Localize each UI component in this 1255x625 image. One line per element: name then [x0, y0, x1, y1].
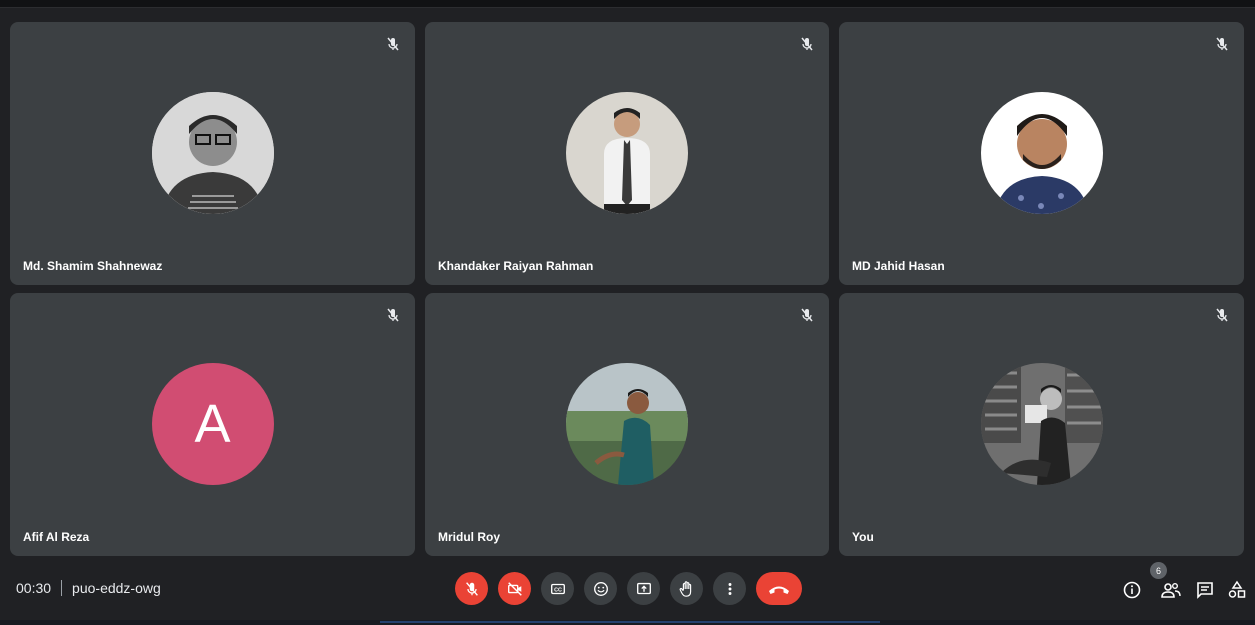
meeting-code: puo-eddz-owg — [72, 580, 161, 596]
side-panel-controls — [1085, 566, 1255, 616]
captions-icon: CC — [550, 583, 565, 594]
activities-icon — [1228, 580, 1246, 598]
participant-tile[interactable]: You — [839, 293, 1244, 556]
participant-name: Khandaker Raiyan Rahman — [438, 259, 594, 273]
participant-tile[interactable]: A Afif Al Reza — [10, 293, 415, 556]
more-options-icon — [728, 582, 731, 595]
chat-icon — [1197, 582, 1213, 599]
mic-muted-icon — [1216, 308, 1228, 322]
emoji-icon — [593, 581, 608, 596]
participant-avatar — [151, 92, 274, 214]
avatar-letter: A — [194, 394, 231, 454]
participant-name: Mridul Roy — [438, 530, 500, 544]
mic-muted-icon — [1216, 37, 1228, 51]
participant-name: Md. Shamim Shahnewaz — [23, 259, 163, 273]
present-screen-button[interactable] — [627, 572, 660, 605]
participant-avatar — [980, 363, 1103, 485]
person-photo-icon — [566, 363, 688, 485]
mic-muted-icon — [801, 308, 813, 322]
top-strip — [0, 0, 1255, 8]
participant-name: You — [852, 530, 874, 544]
mic-muted-icon — [387, 37, 399, 51]
mic-muted-icon — [801, 37, 813, 51]
info-icon — [1123, 581, 1141, 599]
svg-text:CC: CC — [554, 587, 562, 593]
participant-tile[interactable]: Mridul Roy — [425, 293, 829, 556]
people-icon — [1161, 583, 1181, 598]
more-options-button[interactable] — [713, 572, 746, 605]
toggle-camera-button[interactable] — [498, 572, 531, 605]
participant-name: Afif Al Reza — [23, 530, 90, 544]
participant-tile[interactable]: Md. Shamim Shahnewaz — [10, 22, 415, 285]
person-photo-icon — [980, 363, 1103, 485]
people-button[interactable] — [1159, 578, 1183, 602]
call-controls: CC — [455, 572, 802, 605]
raise-hand-button[interactable] — [670, 572, 703, 605]
taskbar-highlight — [380, 621, 880, 623]
captions-button[interactable]: CC — [541, 572, 574, 605]
participant-tile[interactable]: MD Jahid Hasan — [839, 22, 1244, 285]
person-photo-icon — [980, 92, 1103, 214]
people-count-badge: 6 — [1150, 562, 1167, 579]
emoji-button[interactable] — [584, 572, 617, 605]
toggle-mic-button[interactable] — [455, 572, 488, 605]
raise-hand-icon — [679, 580, 691, 597]
participant-avatar — [566, 363, 688, 485]
end-call-button[interactable] — [756, 572, 802, 605]
participant-avatar — [566, 92, 688, 214]
mic-off-icon — [465, 581, 478, 596]
camera-off-icon — [507, 581, 522, 596]
chat-button[interactable] — [1193, 578, 1217, 602]
bottom-strip — [0, 620, 1255, 625]
end-call-icon — [769, 586, 789, 594]
bottom-toolbar: 00:30 puo-eddz-owg CC — [0, 566, 1255, 616]
activities-button[interactable] — [1225, 578, 1249, 602]
meeting-time: 00:30 — [16, 580, 52, 596]
meeting-details-button[interactable] — [1120, 578, 1144, 602]
participant-name: MD Jahid Hasan — [852, 259, 945, 273]
participant-grid: Md. Shamim Shahnewaz Khandaker Raiyan Ra… — [10, 22, 1245, 556]
present-screen-icon — [636, 582, 651, 594]
participant-avatar: A — [151, 363, 274, 485]
participant-avatar — [980, 92, 1103, 214]
person-photo-icon — [151, 92, 274, 214]
person-photo-icon — [566, 92, 688, 214]
meeting-info: 00:30 puo-eddz-owg — [16, 580, 161, 596]
participant-tile[interactable]: Khandaker Raiyan Rahman — [425, 22, 829, 285]
mic-muted-icon — [387, 308, 399, 322]
divider — [61, 580, 63, 596]
